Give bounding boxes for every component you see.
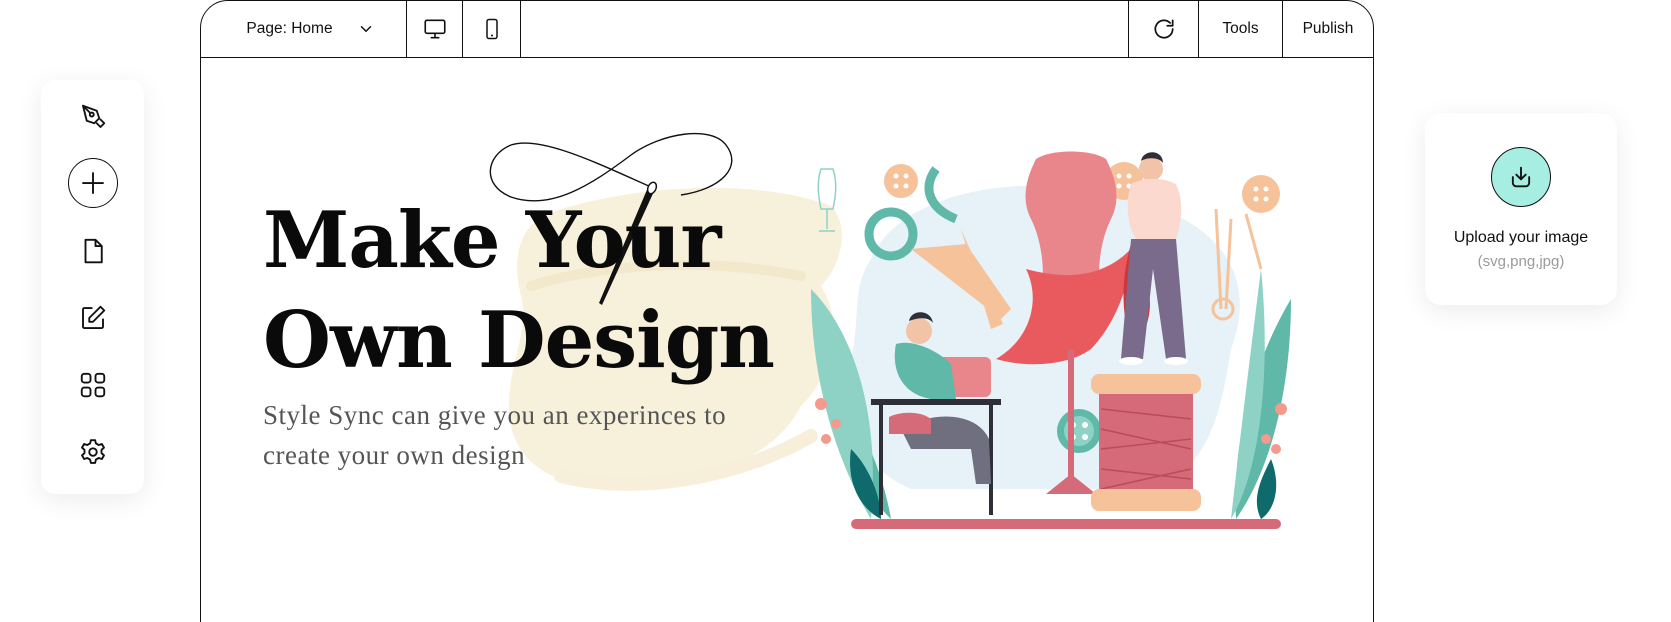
add-button[interactable]	[67, 158, 118, 208]
chevron-down-icon	[360, 26, 371, 32]
headline-line-1: Make Your	[263, 195, 721, 286]
refresh-icon	[1154, 19, 1174, 39]
desktop-view-button[interactable]	[407, 1, 463, 57]
tailoring-illustration	[811, 151, 1291, 529]
tools-button[interactable]: Tools	[1199, 1, 1283, 57]
pages-button[interactable]	[78, 236, 108, 266]
page-selector-label: Page: Home	[246, 20, 333, 37]
page-selector[interactable]: Page: Home	[201, 1, 407, 57]
editor-canvas: Page: Home Tools Publish Make Your Own D…	[200, 0, 1374, 622]
grid-icon	[80, 372, 105, 398]
desktop-icon	[423, 19, 446, 39]
tool-palette	[41, 80, 144, 494]
pen-tool-icon	[81, 104, 105, 128]
elements-button[interactable]	[78, 370, 108, 400]
upload-title: Upload your image	[1453, 229, 1589, 246]
file-icon	[84, 238, 103, 264]
headline-line-2: Own Design	[263, 295, 775, 386]
canvas-toolbar: Page: Home Tools Publish	[201, 1, 1373, 58]
download-icon	[1511, 166, 1531, 188]
hero-subtitle: Style Sync can give you an experinces to…	[263, 400, 727, 470]
upload-button[interactable]	[1491, 147, 1551, 207]
upload-image-card[interactable]: Upload your image (svg,png,jpg)	[1425, 113, 1617, 305]
publish-button[interactable]: Publish	[1283, 1, 1373, 57]
toolbar-spacer	[521, 1, 1129, 57]
upload-file-types: (svg,png,jpg)	[1477, 253, 1565, 270]
refresh-button[interactable]	[1129, 1, 1199, 57]
pen-tool-button[interactable]	[78, 102, 108, 132]
add-icon	[81, 172, 104, 194]
mobile-view-button[interactable]	[463, 1, 521, 57]
mobile-icon	[485, 18, 498, 40]
edit-icon	[81, 305, 105, 329]
settings-icon	[80, 439, 105, 464]
settings-button[interactable]	[78, 437, 108, 467]
edit-button[interactable]	[78, 303, 108, 333]
hero-headline: Make Your Own Design	[263, 191, 783, 391]
